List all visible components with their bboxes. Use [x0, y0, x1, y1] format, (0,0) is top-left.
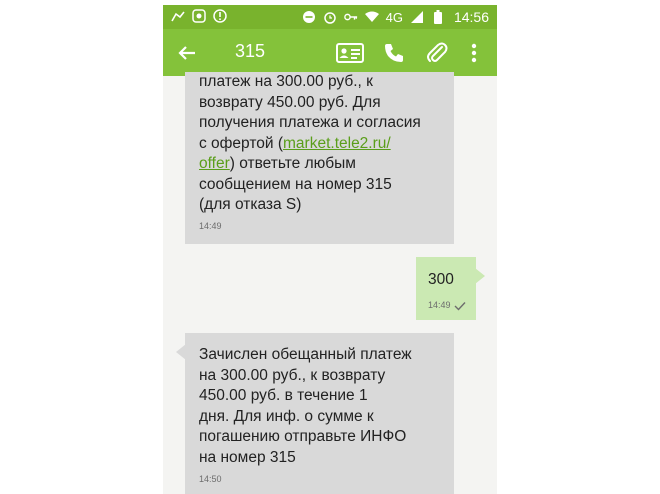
alarm-icon: [323, 10, 337, 24]
message-line: ) ответьте любым: [229, 155, 356, 172]
message-line: с офертой (: [199, 134, 284, 152]
message-text: Зачислен обещанный платеж на 300.00 руб.…: [199, 346, 412, 466]
message-thread[interactable]: платеж на 300.00 руб., к возврату 450.00…: [163, 72, 497, 494]
delivered-check-icon: [454, 298, 466, 316]
key-icon: [343, 10, 358, 24]
android-debug-icon: [171, 9, 185, 23]
message-text: 300: [428, 271, 454, 288]
offer-link-continued[interactable]: offer: [199, 155, 230, 172]
outgoing-message[interactable]: 300 14:49: [416, 257, 476, 320]
arrow-left-icon: [178, 46, 195, 60]
contact-card-icon: [336, 43, 364, 63]
app-icon: [192, 9, 206, 23]
message-line: возврату 450.00 руб. Для: [199, 93, 381, 111]
attach-button[interactable]: [422, 39, 452, 67]
call-button[interactable]: [379, 39, 409, 67]
network-type-label: 4G: [385, 9, 403, 25]
battery-icon: [431, 10, 445, 24]
minus-circle-icon: [302, 10, 316, 24]
paperclip-icon: [427, 42, 448, 62]
conversation-title: 315: [235, 41, 266, 61]
message-line: сообщением на номер 315: [199, 175, 392, 193]
contact-card-button[interactable]: [335, 39, 365, 67]
message-line: платеж на 300.00 руб., к: [199, 73, 373, 90]
offer-link[interactable]: market.tele2.ru/: [283, 135, 391, 152]
status-bar: 4G 14:56: [163, 5, 497, 29]
message-timestamp: 14:49: [199, 221, 222, 231]
shield-alert-icon: [213, 9, 227, 23]
more-vertical-icon: [471, 43, 477, 63]
message-timestamp: 14:49: [428, 300, 451, 310]
phone-icon: [385, 44, 403, 62]
back-button[interactable]: [173, 39, 201, 67]
bubble-tail: [475, 268, 485, 284]
message-line: (для отказа S): [199, 196, 302, 213]
overflow-menu-button[interactable]: [464, 39, 484, 67]
incoming-message[interactable]: Зачислен обещанный платеж на 300.00 руб.…: [185, 333, 454, 494]
message-line: получения платежа и согласия: [199, 114, 421, 131]
wifi-icon: [364, 10, 379, 24]
phone-screen: 4G 14:56 315 платеж на 300.00 руб., к во…: [163, 5, 497, 494]
app-toolbar: 315: [163, 29, 497, 76]
message-timestamp: 14:50: [199, 474, 222, 484]
incoming-message[interactable]: платеж на 300.00 руб., к возврату 450.00…: [185, 72, 454, 244]
status-time: 14:56: [453, 9, 489, 25]
signal-icon: [410, 10, 424, 24]
